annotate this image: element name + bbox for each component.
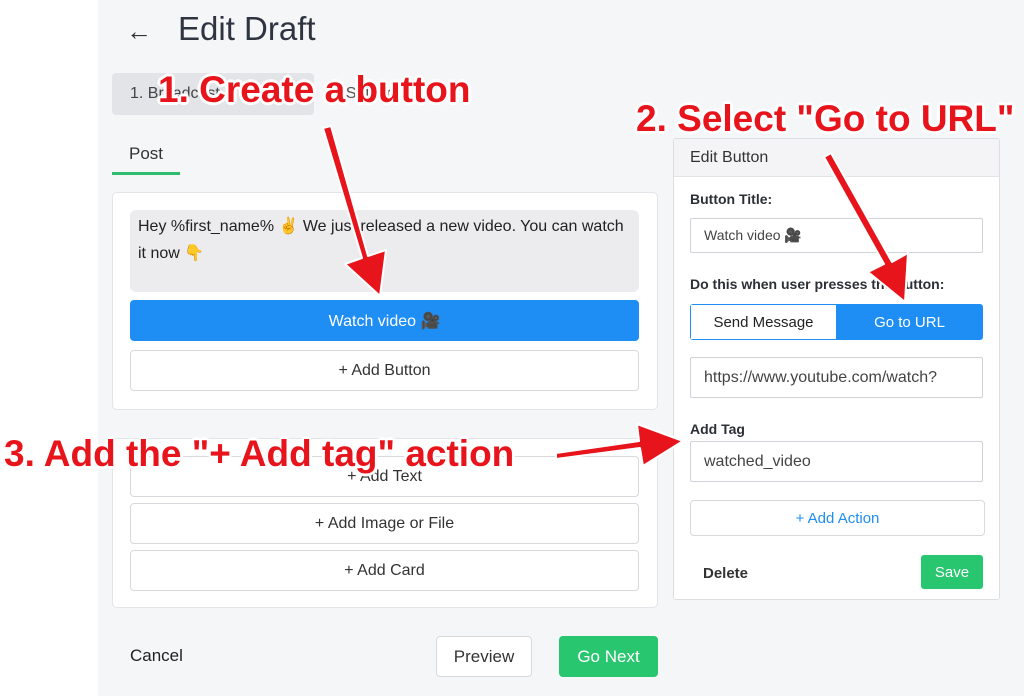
cancel-button[interactable]: Cancel xyxy=(130,646,183,666)
url-input[interactable]: https://www.youtube.com/watch? xyxy=(690,357,983,398)
save-button[interactable]: Save xyxy=(921,555,983,589)
page-title: Edit Draft xyxy=(178,10,316,47)
annotation-step-1: 1. Create a button xyxy=(158,69,471,110)
annotation-step-2: 2. Select "Go to URL" xyxy=(636,98,1015,139)
annotation-step-3: 3. Add the "+ Add tag" action xyxy=(4,433,515,474)
tag-input[interactable]: watched_video xyxy=(690,441,983,482)
tab-post[interactable]: Post xyxy=(112,140,180,175)
send-message-option[interactable]: Send Message xyxy=(690,304,836,340)
add-action-button[interactable]: + Add Action xyxy=(690,500,985,536)
add-card-button[interactable]: + Add Card xyxy=(130,550,639,591)
add-image-button[interactable]: + Add Image or File xyxy=(130,503,639,544)
delete-button[interactable]: Delete xyxy=(703,565,748,582)
go-to-url-option[interactable]: Go to URL xyxy=(836,304,983,340)
add-tag-label: Add Tag xyxy=(690,421,745,437)
back-arrow-icon[interactable]: ← xyxy=(126,16,152,47)
go-next-button[interactable]: Go Next xyxy=(559,636,658,677)
action-type-toggle: Send Message Go to URL xyxy=(690,304,983,340)
watch-video-button[interactable]: Watch video 🎥 xyxy=(130,300,639,341)
button-action-label: Do this when user presses the button: xyxy=(690,276,945,292)
add-button-button[interactable]: + Add Button xyxy=(130,350,639,391)
message-text[interactable]: Hey %first_name% ✌️ We just released a n… xyxy=(130,210,639,292)
button-title-label: Button Title: xyxy=(690,191,773,207)
edit-button-panel-title: Edit Button xyxy=(674,139,999,177)
button-title-input[interactable]: Watch video 🎥 xyxy=(690,218,983,253)
preview-button[interactable]: Preview xyxy=(436,636,532,677)
